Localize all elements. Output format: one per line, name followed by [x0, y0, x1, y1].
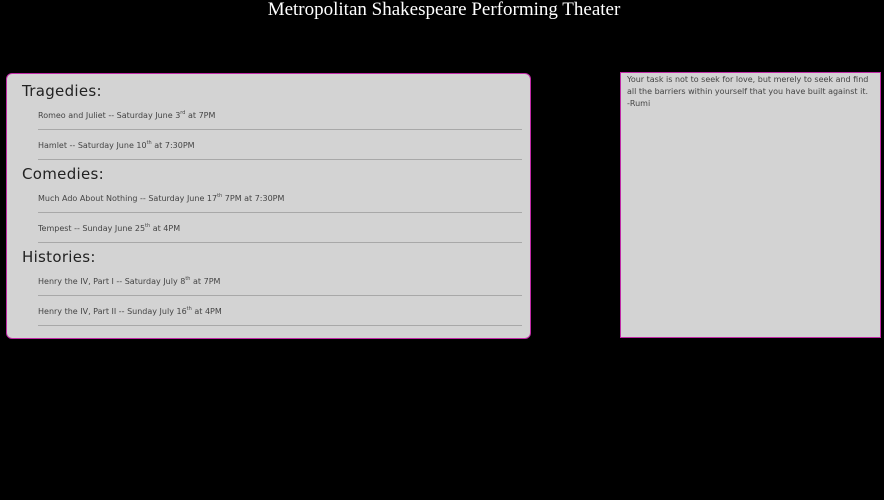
list-item: Much Ado About Nothing -- Saturday June …	[38, 183, 522, 213]
list-item: Tempest -- Sunday June 25th at 4PM	[38, 213, 522, 243]
quote-author: -Rumi	[627, 99, 651, 108]
show-list: Romeo and Juliet -- Saturday June 3rd at…	[7, 100, 522, 160]
show-text: Henry the IV, Part II -- Sunday July 16	[38, 307, 187, 316]
show-text: Henry the IV, Part I -- Saturday July 8	[38, 277, 186, 286]
show-time: at 7:30PM	[151, 141, 195, 150]
show-time: at 4PM	[191, 307, 222, 316]
quote-panel: Your task is not to seek for love, but m…	[620, 72, 881, 338]
show-text: Much Ado About Nothing -- Saturday June …	[38, 194, 218, 203]
list-item: Henry the IV, Part I -- Saturday July 8t…	[38, 266, 522, 296]
show-text: Hamlet -- Saturday June 10	[38, 141, 147, 150]
quote-text: Your task is not to seek for love, but m…	[627, 75, 869, 96]
show-time: at 4PM	[150, 224, 181, 233]
show-time: at 7PM	[185, 111, 216, 120]
list-item: Romeo and Juliet -- Saturday June 3rd at…	[38, 100, 522, 130]
show-list: Much Ado About Nothing -- Saturday June …	[7, 183, 522, 243]
category-histories: Histories: Henry the IV, Part I -- Satur…	[7, 248, 522, 326]
show-time: at 7PM	[190, 277, 221, 286]
show-text: Tempest -- Sunday June 25	[38, 224, 146, 233]
category-title: Comedies:	[22, 165, 104, 183]
show-time: 7PM at 7:30PM	[222, 194, 285, 203]
category-title: Histories:	[22, 248, 96, 266]
category-title: Tragedies:	[22, 82, 102, 100]
page-title: Metropolitan Shakespeare Performing Thea…	[267, 0, 621, 20]
list-item: Henry the IV, Part II -- Sunday July 16t…	[38, 296, 522, 326]
show-text: Romeo and Juliet -- Saturday June 3	[38, 111, 181, 120]
category-tragedies: Tragedies: Romeo and Juliet -- Saturday …	[7, 82, 522, 160]
show-list: Henry the IV, Part I -- Saturday July 8t…	[7, 266, 522, 326]
category-comedies: Comedies: Much Ado About Nothing -- Satu…	[7, 165, 522, 243]
list-item: Hamlet -- Saturday June 10th at 7:30PM	[38, 130, 522, 160]
schedule-panel: Tragedies: Romeo and Juliet -- Saturday …	[6, 73, 531, 339]
